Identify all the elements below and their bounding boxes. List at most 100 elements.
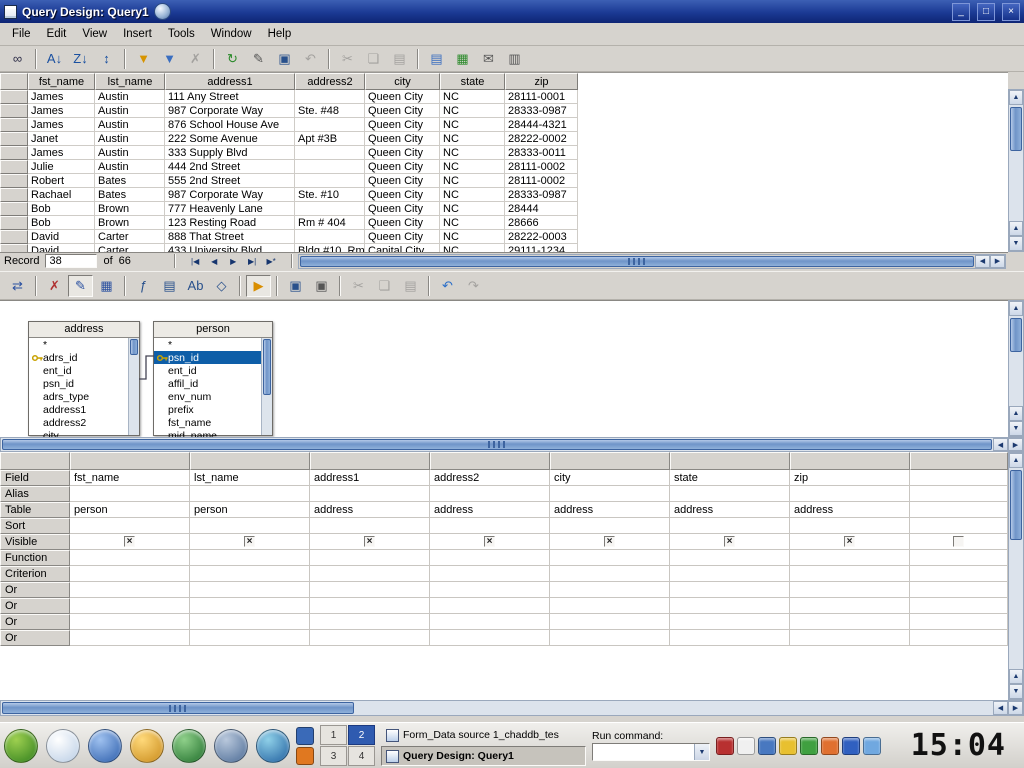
scroll-up-icon[interactable] [1009, 90, 1023, 105]
design-cell[interactable]: city [550, 470, 670, 486]
design-cell[interactable] [190, 534, 310, 550]
data-to-fields-button[interactable]: ▦ [450, 48, 475, 70]
table-cell[interactable]: Brown [95, 216, 165, 230]
row-selector[interactable] [0, 146, 28, 160]
redo-button[interactable]: ↷ [461, 275, 486, 297]
table-cell[interactable]: Rm # 404 [295, 216, 365, 230]
scroll-up-icon[interactable] [1009, 453, 1023, 468]
table-box-title[interactable]: address [29, 322, 139, 338]
row-selector[interactable] [0, 104, 28, 118]
visible-checkbox-checked[interactable] [124, 536, 135, 547]
table-cell[interactable]: Bates [95, 188, 165, 202]
globe-launcher-icon[interactable] [256, 729, 290, 763]
scroll-left-icon[interactable] [993, 438, 1008, 451]
table-cell[interactable]: Queen City [365, 188, 440, 202]
row-selector[interactable] [0, 216, 28, 230]
scroll-thumb[interactable] [1010, 318, 1022, 352]
design-cell[interactable] [310, 518, 430, 534]
field-row-prefix[interactable]: prefix [154, 403, 261, 416]
design-cell[interactable] [550, 598, 670, 614]
row-selector[interactable] [0, 188, 28, 202]
close-button[interactable]: × [1002, 3, 1020, 21]
last-record-button[interactable]: ▶| [244, 254, 261, 268]
design-cell[interactable] [430, 534, 550, 550]
scroll-up-icon[interactable] [1009, 669, 1023, 684]
field-row-ent_id[interactable]: ent_id [29, 364, 128, 377]
design-column-header[interactable] [190, 452, 310, 470]
table-cell[interactable]: 28333-0011 [505, 146, 578, 160]
scroll-down-icon[interactable] [1009, 421, 1023, 436]
visible-checkbox-unchecked[interactable] [953, 536, 964, 547]
design-cell[interactable] [790, 614, 910, 630]
design-cell[interactable] [910, 614, 1008, 630]
table-cell[interactable]: Queen City [365, 90, 440, 104]
design-cell[interactable] [70, 534, 190, 550]
scroll-right-icon[interactable] [1008, 701, 1023, 715]
column-header-state[interactable]: state [440, 73, 505, 90]
design-column-header[interactable] [430, 452, 550, 470]
design-cell[interactable] [430, 566, 550, 582]
field-row-mid_name[interactable]: mid_name [154, 429, 261, 437]
design-cell[interactable] [790, 534, 910, 550]
shell-launcher-icon[interactable] [130, 729, 164, 763]
pen-launcher-icon[interactable] [46, 729, 80, 763]
table-cell[interactable]: Carter [95, 244, 165, 252]
design-cell[interactable] [190, 566, 310, 582]
design-cell[interactable] [910, 486, 1008, 502]
functions-button[interactable]: ƒ [131, 275, 156, 297]
table-cell[interactable]: Janet [28, 132, 95, 146]
menu-tools[interactable]: Tools [160, 25, 203, 43]
design-cell[interactable] [190, 518, 310, 534]
table-cell[interactable] [295, 174, 365, 188]
design-cell[interactable] [910, 566, 1008, 582]
design-cell[interactable] [430, 486, 550, 502]
table-cell[interactable]: Queen City [365, 146, 440, 160]
run-query-button[interactable]: ▶ [246, 275, 271, 297]
table-cell[interactable]: Queen City [365, 216, 440, 230]
desktop-2[interactable]: 2 [348, 725, 375, 745]
table-cell[interactable]: 987 Corporate Way [165, 188, 295, 202]
table-cell[interactable]: NC [440, 146, 505, 160]
design-cell[interactable] [910, 582, 1008, 598]
save-document-button[interactable]: ▣ [283, 275, 308, 297]
design-cell[interactable] [790, 486, 910, 502]
table-cell[interactable]: 28444-4321 [505, 118, 578, 132]
design-column-header[interactable] [310, 452, 430, 470]
design-cell[interactable]: address [310, 502, 430, 518]
table-cell[interactable]: Queen City [365, 132, 440, 146]
table-cell[interactable]: Robert [28, 174, 95, 188]
design-cell[interactable] [70, 630, 190, 646]
design-cell[interactable]: address [790, 502, 910, 518]
minimize-button[interactable]: _ [952, 3, 970, 21]
tray-icon-8[interactable] [863, 737, 881, 755]
run-command-input[interactable] [592, 743, 710, 761]
clear-query-button[interactable]: ✗ [42, 275, 67, 297]
save-record-button[interactable]: ▣ [272, 48, 297, 70]
design-cell[interactable] [430, 518, 550, 534]
design-column-header[interactable] [790, 452, 910, 470]
design-cell[interactable] [670, 486, 790, 502]
field-row-adrs_type[interactable]: adrs_type [29, 390, 128, 403]
field-row-adrs_id[interactable]: adrs_id [29, 351, 128, 364]
field-row-star[interactable]: * [154, 338, 261, 351]
desktop-3[interactable]: 3 [320, 746, 347, 766]
undo-data-input-button[interactable]: ↶ [298, 48, 323, 70]
table-cell[interactable]: Austin [95, 90, 165, 104]
scroll-track[interactable] [1, 438, 993, 451]
tray-icon-4[interactable] [779, 737, 797, 755]
table-cell[interactable] [295, 230, 365, 244]
design-cell[interactable] [550, 550, 670, 566]
table-cell[interactable]: 888 That Street [165, 230, 295, 244]
design-cell[interactable] [670, 518, 790, 534]
row-selector[interactable] [0, 160, 28, 174]
undo-button[interactable]: ↶ [435, 275, 460, 297]
table-cell[interactable]: Carter [95, 230, 165, 244]
konqueror-launcher-icon[interactable] [88, 729, 122, 763]
scroll-down-icon[interactable] [1009, 236, 1023, 251]
table-cell[interactable]: Queen City [365, 104, 440, 118]
table-cell[interactable]: Queen City [365, 160, 440, 174]
scroll-thumb[interactable] [1010, 107, 1022, 151]
scroll-track[interactable] [1, 701, 993, 715]
table-cell[interactable]: 111 Any Street [165, 90, 295, 104]
design-cell[interactable] [790, 550, 910, 566]
